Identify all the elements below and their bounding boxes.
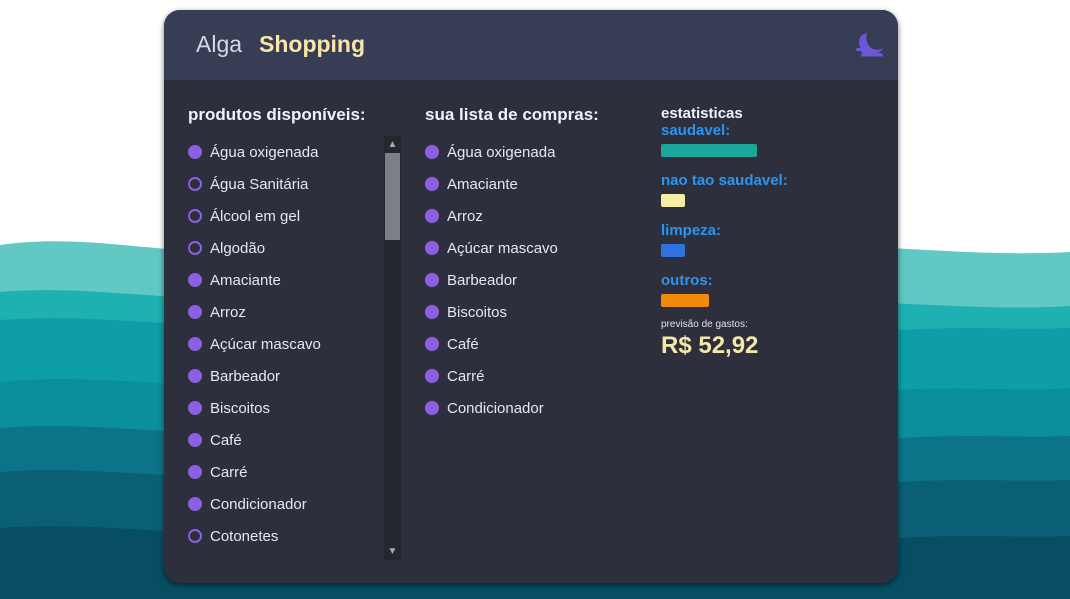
available-product-item[interactable]: Condicionador	[188, 488, 378, 520]
available-product-item[interactable]: Cotonetes	[188, 520, 378, 552]
available-product-item[interactable]: Água oxigenada	[188, 136, 378, 168]
scroll-down-icon[interactable]: ▼	[384, 543, 401, 560]
shopping-list-title: sua lista de compras:	[425, 105, 599, 124]
checked-circle-icon	[425, 145, 439, 159]
item-label: Biscoitos	[210, 399, 271, 417]
available-products-title: produtos disponíveis:	[188, 105, 366, 124]
stat-category-label: saudavel:	[661, 122, 731, 139]
stat-category-bar	[661, 194, 685, 207]
item-label: Amaciante	[210, 271, 281, 289]
shopping-list-item[interactable]: Condicionador	[425, 392, 625, 424]
scroll-up-icon[interactable]: ▲	[384, 136, 401, 153]
item-label: Arroz	[210, 303, 246, 321]
item-label: Biscoitos	[447, 303, 508, 321]
item-label: Café	[447, 335, 479, 353]
available-product-item[interactable]: Carré	[188, 456, 378, 488]
stat-category-label: outros:	[661, 272, 713, 289]
available-product-item[interactable]: Álcool em gel	[188, 200, 378, 232]
checked-circle-icon	[188, 337, 202, 351]
scrollbar-thumb[interactable]	[385, 153, 400, 240]
stat-category-bar	[661, 244, 685, 257]
item-label: Água oxigenada	[447, 143, 556, 161]
item-label: Água oxigenada	[210, 143, 319, 161]
item-label: Barbeador	[210, 367, 281, 385]
forecast-value: R$ 52,92	[661, 332, 759, 359]
shopping-list-item[interactable]: Carré	[425, 360, 625, 392]
item-label: Açúcar mascavo	[447, 239, 558, 257]
statistics-panel: estatisticas saudavel: nao tao saudavel: l…	[661, 105, 861, 360]
shopping-list-item[interactable]: Açúcar mascavo	[425, 232, 625, 264]
item-label: Água Sanitária	[210, 175, 309, 193]
item-label: Café	[210, 431, 242, 449]
checked-circle-icon	[425, 177, 439, 191]
checked-circle-icon	[188, 401, 202, 415]
shopping-list-item[interactable]: Biscoitos	[425, 296, 625, 328]
shopping-list-item[interactable]: Barbeador	[425, 264, 625, 296]
shopping-list-item[interactable]: Água oxigenada	[425, 136, 625, 168]
item-label: Amaciante	[447, 175, 518, 193]
available-product-item[interactable]: Barbeador	[188, 360, 378, 392]
checked-circle-icon	[188, 305, 202, 319]
checked-circle-icon	[425, 337, 439, 351]
item-label: Carré	[210, 463, 248, 481]
available-product-item[interactable]: Açúcar mascavo	[188, 328, 378, 360]
statistics-title: estatisticas	[661, 105, 743, 122]
statistics-categories: saudavel: nao tao saudavel: limpeza: outros…	[661, 122, 861, 307]
item-label: Açúcar mascavo	[210, 335, 321, 353]
available-product-item[interactable]: Água Sanitária	[188, 168, 378, 200]
checked-circle-icon	[188, 145, 202, 159]
checked-circle-icon	[425, 273, 439, 287]
header: Alga Shopping	[164, 10, 898, 80]
stat-category-bar	[661, 294, 709, 307]
forecast-label: previsão de gastos:	[661, 319, 748, 330]
item-label: Arroz	[447, 207, 483, 225]
item-label: Carré	[447, 367, 485, 385]
checked-circle-icon	[188, 369, 202, 383]
unchecked-circle-icon	[188, 241, 202, 255]
available-product-item[interactable]: Biscoitos	[188, 392, 378, 424]
checked-circle-icon	[188, 497, 202, 511]
brand-name-bold: Shopping	[259, 31, 366, 57]
stat-category-label: nao tao saudavel:	[661, 172, 788, 189]
checked-circle-icon	[425, 305, 439, 319]
item-label: Cotonetes	[210, 527, 279, 545]
available-product-item[interactable]: Amaciante	[188, 264, 378, 296]
item-label: Algodão	[210, 239, 266, 257]
shopping-list: Água oxigenada Amaciante Arroz Açúcar masca…	[425, 136, 625, 424]
shopping-list-item[interactable]: Amaciante	[425, 168, 625, 200]
app-card: Alga Shopping produtos disponíveis: Água…	[164, 10, 898, 583]
unchecked-circle-icon	[188, 529, 202, 543]
stat-category-label: limpeza:	[661, 222, 722, 239]
unchecked-circle-icon	[188, 177, 202, 191]
available-product-item[interactable]: Café	[188, 424, 378, 456]
shopping-list-item[interactable]: Arroz	[425, 200, 625, 232]
item-label: Barbeador	[447, 271, 518, 289]
available-product-item[interactable]: Arroz	[188, 296, 378, 328]
available-list-scrollbar[interactable]: ▲ ▼	[384, 136, 401, 560]
item-label: Álcool em gel	[210, 207, 301, 225]
unchecked-circle-icon	[188, 209, 202, 223]
checked-circle-icon	[425, 241, 439, 255]
moon-icon	[856, 33, 883, 57]
available-product-item[interactable]: Algodão	[188, 232, 378, 264]
checked-circle-icon	[188, 433, 202, 447]
shopping-list-item[interactable]: Café	[425, 328, 625, 360]
brand-name-light: Alga	[196, 31, 243, 57]
checked-circle-icon	[425, 369, 439, 383]
item-label: Condicionador	[210, 495, 307, 513]
theme-toggle-button[interactable]	[853, 28, 887, 62]
stat-category-bar	[661, 144, 757, 157]
checked-circle-icon	[188, 273, 202, 287]
checked-circle-icon	[425, 209, 439, 223]
checked-circle-icon	[188, 465, 202, 479]
available-products-list: Água oxigenada Água Sanitária Álcool em ge…	[188, 136, 378, 552]
checked-circle-icon	[425, 401, 439, 415]
item-label: Condicionador	[447, 399, 544, 417]
